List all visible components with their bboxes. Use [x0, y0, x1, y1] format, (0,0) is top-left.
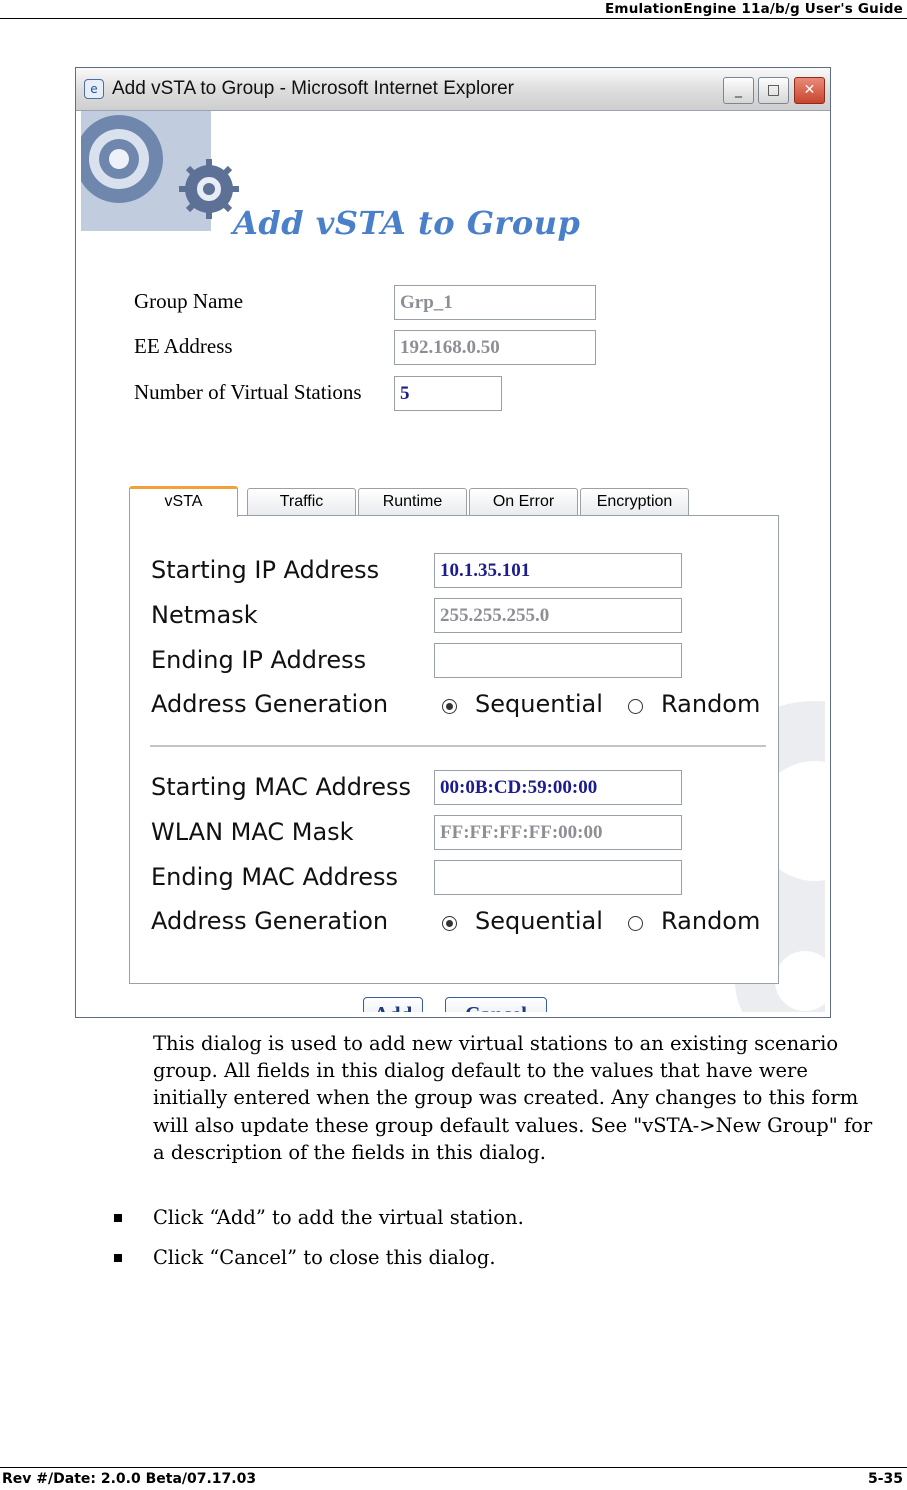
bullet-icon: [114, 1214, 122, 1222]
mac-random-radio[interactable]: [628, 916, 643, 931]
ip-random-radio[interactable]: [628, 699, 643, 714]
mac-random-label[interactable]: Random: [661, 907, 760, 935]
window-title: Add vSTA to Group - Microsoft Internet E…: [112, 78, 514, 99]
page-footer: Rev #/Date: 2.0.0 Beta/07.17.03 5-35: [0, 1467, 907, 1490]
netmask-label: Netmask: [151, 601, 258, 629]
ip-sequential-radio[interactable]: [442, 699, 457, 714]
wlan-mac-mask-field[interactable]: FF:FF:FF:FF:00:00: [434, 815, 682, 850]
section-divider: [150, 745, 766, 747]
gears-logo-icon: [81, 111, 239, 231]
ee-address-label: EE Address: [134, 334, 233, 358]
ip-random-label[interactable]: Random: [661, 690, 760, 718]
ie-icon: e: [84, 79, 104, 99]
tab-on-error[interactable]: On Error: [469, 488, 578, 515]
ending-ip-label: Ending IP Address: [151, 646, 367, 674]
tab-runtime[interactable]: Runtime: [358, 488, 467, 515]
close-button[interactable]: ✕: [794, 77, 825, 104]
mac-sequential-label[interactable]: Sequential: [475, 907, 603, 935]
page-header: EmulationEngine 11a/b/g User's Guide: [0, 0, 907, 19]
group-name-label: Group Name: [134, 289, 244, 313]
ee-address-field[interactable]: 192.168.0.50: [394, 330, 596, 365]
tab-traffic[interactable]: Traffic: [247, 488, 356, 515]
maximize-button[interactable]: □: [758, 77, 789, 104]
group-name-field[interactable]: Grp_1: [394, 285, 596, 320]
ie-window: e Add vSTA to Group - Microsoft Internet…: [75, 67, 831, 1018]
ip-sequential-label[interactable]: Sequential: [475, 690, 603, 718]
window-titlebar[interactable]: e Add vSTA to Group - Microsoft Internet…: [76, 68, 830, 111]
tab-encryption[interactable]: Encryption: [580, 488, 689, 515]
ending-ip-field[interactable]: [434, 643, 682, 678]
ending-mac-label: Ending MAC Address: [151, 863, 399, 891]
footer-revision: Rev #/Date: 2.0.0 Beta/07.17.03: [2, 1471, 257, 1487]
starting-mac-label: Starting MAC Address: [151, 773, 412, 801]
num-stations-field[interactable]: 5: [394, 376, 502, 411]
add-button[interactable]: Add: [363, 997, 423, 1012]
netmask-field[interactable]: 255.255.255.0: [434, 598, 682, 633]
page-title: Add vSTA to Group: [233, 204, 581, 242]
vsta-tab-panel: Starting IP Address 10.1.35.101 Netmask …: [129, 515, 779, 984]
bullet-icon: [114, 1254, 122, 1262]
minimize-button[interactable]: _: [723, 77, 754, 104]
starting-ip-label: Starting IP Address: [151, 556, 380, 584]
tab-vsta[interactable]: vSTA: [129, 486, 238, 517]
header-title: EmulationEngine 11a/b/g User's Guide: [605, 1, 903, 17]
bullet-text: Click “Add” to add the virtual station.: [153, 1206, 524, 1229]
starting-mac-field[interactable]: 00:0B:CD:59:00:00: [434, 770, 682, 805]
bullet-text: Click “Cancel” to close this dialog.: [153, 1246, 496, 1269]
dialog-content: Add vSTA to Group Group Name Grp_1 EE Ad…: [81, 111, 825, 1012]
num-stations-label: Number of Virtual Stations: [134, 380, 362, 404]
ip-generation-label: Address Generation: [151, 690, 389, 718]
page-number: 5-35: [867, 1471, 903, 1487]
cancel-button[interactable]: Cancel: [445, 997, 547, 1012]
description-paragraph: This dialog is used to add new virtual s…: [153, 1032, 873, 1164]
starting-ip-field[interactable]: 10.1.35.101: [434, 553, 682, 588]
mac-generation-label: Address Generation: [151, 907, 389, 935]
wlan-mac-mask-label: WLAN MAC Mask: [151, 818, 354, 846]
ending-mac-field[interactable]: [434, 860, 682, 895]
mac-sequential-radio[interactable]: [442, 916, 457, 931]
